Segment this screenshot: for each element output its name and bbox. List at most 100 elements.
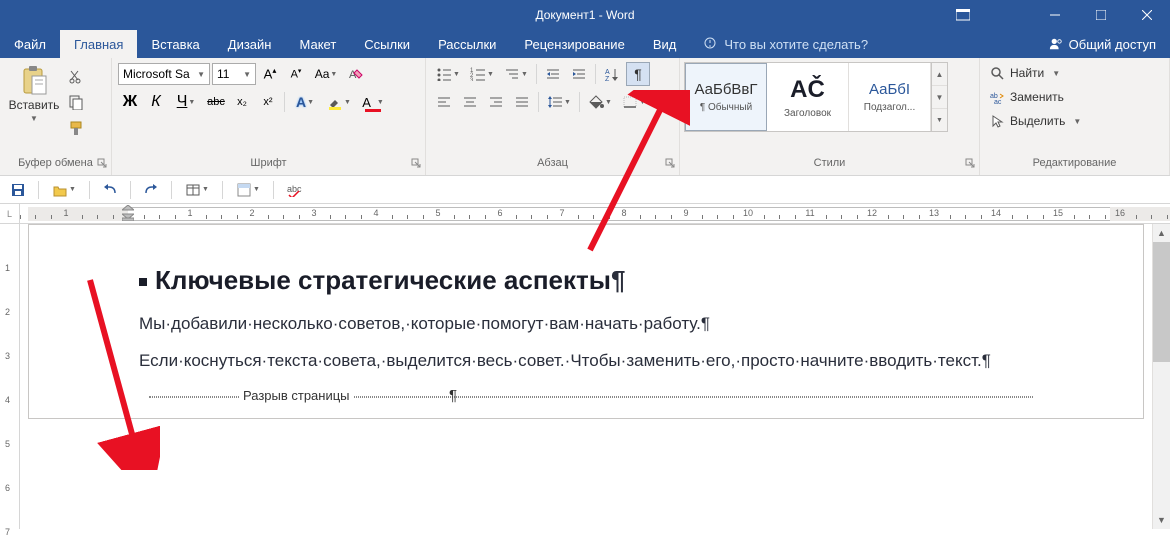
sort-button[interactable]: AZ	[600, 62, 624, 86]
paste-button[interactable]: Вставить ▼	[6, 62, 62, 123]
replace-button[interactable]: abac Заменить	[986, 86, 1068, 108]
ruler-tick: 3	[311, 208, 316, 218]
grow-font-button[interactable]: A▴	[258, 62, 282, 86]
shading-button[interactable]: ▼	[584, 90, 616, 114]
tab-review[interactable]: Рецензирование	[510, 30, 638, 58]
find-button[interactable]: Найти▼	[986, 62, 1064, 84]
heading[interactable]: Ключевые стратегические аспекты¶	[139, 265, 1033, 296]
page[interactable]: Ключевые стратегические аспекты¶ Мы·доба…	[28, 224, 1144, 419]
increase-indent-button[interactable]	[567, 62, 591, 86]
tell-me-placeholder: Что вы хотите сделать?	[724, 37, 868, 52]
ruler-v-tick: 1	[5, 263, 10, 273]
shrink-font-button[interactable]: A▾	[284, 62, 308, 86]
workspace: 1234567 Ключевые стратегические аспекты¶…	[0, 224, 1170, 529]
scrollbar-vertical[interactable]: ▲ ▼	[1152, 224, 1170, 529]
ruler-tick: 8	[621, 208, 626, 218]
qat-table-button[interactable]: ▼	[180, 179, 214, 201]
share-button[interactable]: Общий доступ	[1035, 30, 1170, 58]
justify-button[interactable]	[510, 90, 534, 114]
titlebar: Документ1 - Word	[0, 0, 1170, 30]
show-hide-pilcrow-button[interactable]: ¶	[626, 62, 650, 86]
bullets-button[interactable]: ▼	[432, 62, 464, 86]
text-effects-button[interactable]: A▼	[289, 90, 321, 114]
gallery-down-button[interactable]: ▼	[932, 86, 947, 109]
paragraph-launcher[interactable]	[665, 158, 675, 168]
document-area[interactable]: Ключевые стратегические аспекты¶ Мы·доба…	[20, 224, 1170, 529]
copy-button[interactable]	[64, 90, 88, 114]
tab-selector[interactable]: L	[0, 204, 20, 224]
minimize-button[interactable]	[1032, 0, 1078, 30]
ruler-tick: 4	[373, 208, 378, 218]
ruler-vertical[interactable]: 1234567	[0, 224, 20, 529]
page-break-indicator: Разрыв страницы ¶	[149, 396, 1033, 398]
ruler-tick: 12	[867, 208, 877, 218]
change-case-button[interactable]: Aa▼	[310, 62, 342, 86]
italic-button[interactable]: К	[144, 90, 168, 114]
clear-formatting-button[interactable]: A	[344, 62, 368, 86]
qat-header-button[interactable]: ▼	[231, 179, 265, 201]
line-spacing-button[interactable]: ▼	[543, 90, 575, 114]
tell-me-search[interactable]: Что вы хотите сделать?	[690, 30, 882, 58]
strikethrough-button[interactable]: abc	[204, 90, 228, 114]
tab-home[interactable]: Главная	[60, 30, 137, 58]
multilevel-list-button[interactable]: ▼	[500, 62, 532, 86]
font-name-select[interactable]: Microsoft Sa▼	[118, 63, 210, 85]
subscript-button[interactable]: x₂	[230, 90, 254, 114]
tab-view[interactable]: Вид	[639, 30, 691, 58]
paragraph-2[interactable]: Если·коснуться·текста·совета,·выделится·…	[139, 347, 1033, 376]
underline-button[interactable]: Ч▼	[170, 90, 202, 114]
style-normal[interactable]: АаБбВвГ ¶ Обычный	[685, 63, 767, 131]
ruler-horizontal[interactable]: L // ruler ticks drawn below after data …	[0, 204, 1170, 224]
ruler-tick: 5	[435, 208, 440, 218]
qat-redo-button[interactable]	[139, 179, 163, 201]
group-title-styles: Стили	[680, 157, 979, 175]
superscript-button[interactable]: x²	[256, 90, 280, 114]
group-styles: АаБбВвГ ¶ Обычный АČ Заголовок АаБбI Под…	[680, 58, 980, 175]
ribbon-display-options[interactable]	[940, 0, 986, 30]
font-launcher[interactable]	[411, 158, 421, 168]
ruler-v-tick: 3	[5, 351, 10, 361]
qat-save-button[interactable]	[6, 179, 30, 201]
scroll-up-button[interactable]: ▲	[1153, 224, 1170, 242]
maximize-button[interactable]	[1078, 0, 1124, 30]
gallery-up-button[interactable]: ▲	[932, 63, 947, 86]
format-painter-button[interactable]	[64, 116, 88, 140]
qat-undo-button[interactable]	[98, 179, 122, 201]
tab-mailings[interactable]: Рассылки	[424, 30, 510, 58]
qat-spellcheck-button[interactable]: abc	[282, 179, 306, 201]
tab-file[interactable]: Файл	[0, 30, 60, 58]
font-color-button[interactable]: A▼	[357, 90, 389, 114]
tab-references[interactable]: Ссылки	[350, 30, 424, 58]
tab-insert[interactable]: Вставка	[137, 30, 213, 58]
ruler-tick: 9	[683, 208, 688, 218]
numbering-button[interactable]: 123▼	[466, 62, 498, 86]
qat-open-button[interactable]: ▼	[47, 179, 81, 201]
gallery-more-button[interactable]: ▼	[932, 109, 947, 131]
font-size-select[interactable]: 11▼	[212, 63, 256, 85]
bold-button[interactable]: Ж	[118, 90, 142, 114]
styles-launcher[interactable]	[965, 158, 975, 168]
clipboard-launcher[interactable]	[97, 158, 107, 168]
align-right-button[interactable]	[484, 90, 508, 114]
tab-layout[interactable]: Макет	[285, 30, 350, 58]
align-left-button[interactable]	[432, 90, 456, 114]
close-button[interactable]	[1124, 0, 1170, 30]
borders-button[interactable]: ▼	[618, 90, 650, 114]
decrease-indent-button[interactable]	[541, 62, 565, 86]
select-button[interactable]: Выделить▼	[986, 110, 1085, 132]
align-center-button[interactable]	[458, 90, 482, 114]
tab-design[interactable]: Дизайн	[214, 30, 286, 58]
svg-text:Z: Z	[605, 76, 610, 81]
style-subheading[interactable]: АаБбI Подзагол...	[849, 63, 931, 131]
style-heading[interactable]: АČ Заголовок	[767, 63, 849, 131]
highlight-button[interactable]: ▼	[323, 90, 355, 114]
ruler-v-tick: 6	[5, 483, 10, 493]
group-font: Microsoft Sa▼ 11▼ A▴ A▾ Aa▼ A Ж К Ч▼ abc…	[112, 58, 426, 175]
ruler-v-tick: 2	[5, 307, 10, 317]
ruler-tick: 10	[743, 208, 753, 218]
scroll-down-button[interactable]: ▼	[1153, 511, 1170, 529]
paragraph-1[interactable]: Мы·добавили·несколько·советов,·которые·п…	[139, 310, 1033, 339]
cut-button[interactable]	[64, 64, 88, 88]
svg-text:A: A	[605, 69, 610, 76]
scroll-thumb[interactable]	[1153, 242, 1170, 362]
